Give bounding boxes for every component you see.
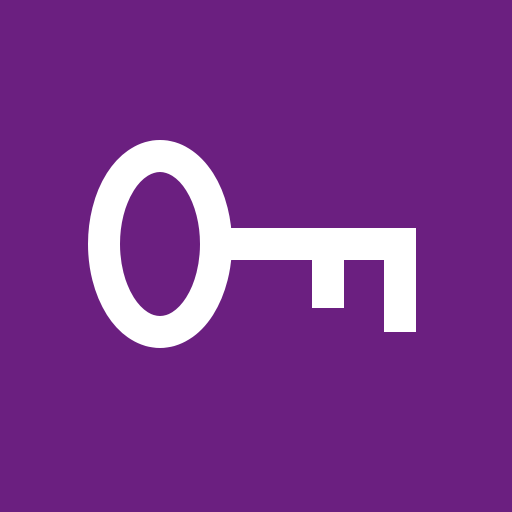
key-tooth-short [312,228,344,308]
key-tooth-long [384,228,416,332]
key-bow [88,140,232,348]
app-icon-tile[interactable] [0,0,512,512]
key-icon [88,140,416,348]
